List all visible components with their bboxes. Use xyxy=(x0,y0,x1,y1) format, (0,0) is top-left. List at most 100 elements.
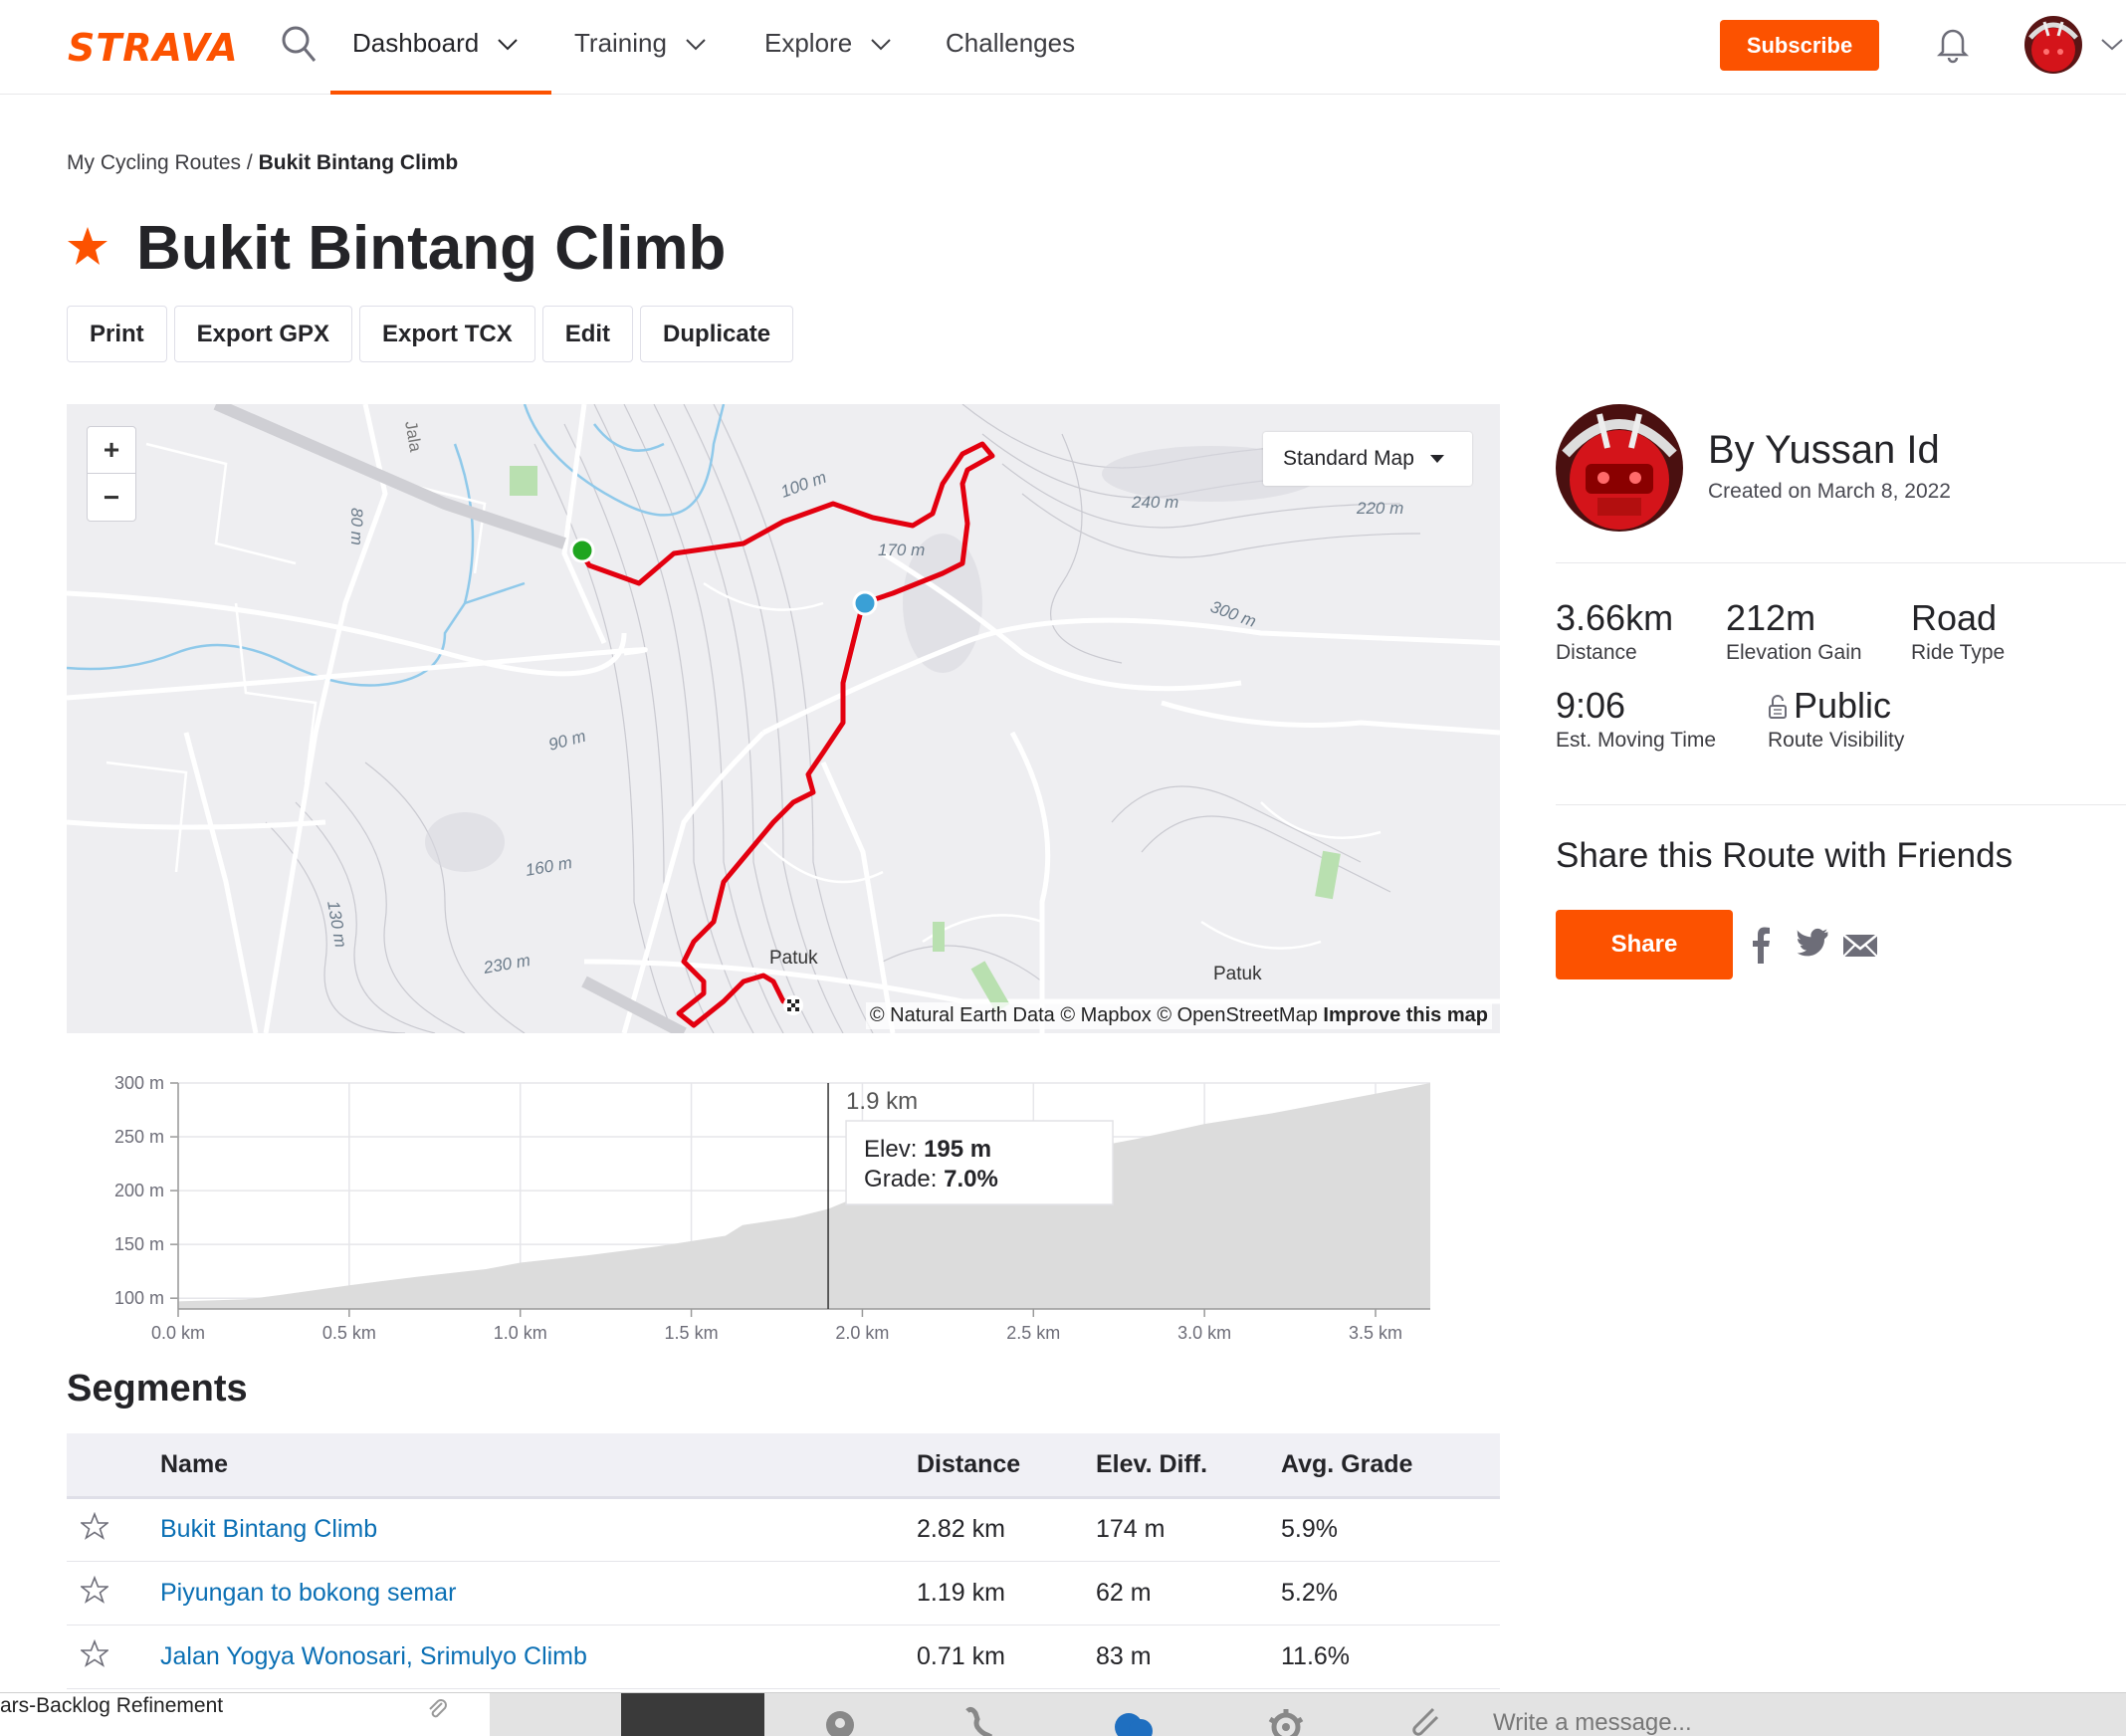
bell-icon[interactable] xyxy=(1935,24,1971,64)
divider xyxy=(1556,804,2126,805)
table-row: Jalan Yogya Wonosari, Srimulyo Climb 0.7… xyxy=(67,1625,1500,1689)
table-row: Bukit Bintang Climb 2.82 km 174 m 5.9% xyxy=(67,1497,1500,1562)
duplicate-button[interactable]: Duplicate xyxy=(640,306,794,362)
message-input[interactable]: Write a message... xyxy=(1493,1709,1692,1736)
map-contour-label: 80 m xyxy=(347,508,366,545)
map-contour-label: 170 m xyxy=(878,541,925,559)
breadcrumb-parent[interactable]: My Cycling Routes xyxy=(67,151,241,174)
table-header-grade: Avg. Grade xyxy=(1281,1433,1500,1499)
x-tick-label: 2.5 km xyxy=(1006,1323,1060,1343)
elevation-area xyxy=(178,1083,1430,1309)
map-contour-label: 160 m xyxy=(524,853,573,880)
segment-link[interactable]: Bukit Bintang Climb xyxy=(160,1515,377,1543)
star-icon[interactable] xyxy=(67,225,108,267)
caret-down-icon xyxy=(1429,455,1444,463)
table-header-distance: Distance xyxy=(917,1433,1096,1499)
zoom-control: + − xyxy=(87,426,136,522)
attribution-text[interactable]: © Natural Earth Data © Mapbox © OpenStre… xyxy=(870,1004,1318,1026)
chat-active-tab[interactable] xyxy=(621,1693,764,1736)
route-actions: Print Export GPX Export TCX Edit Duplica… xyxy=(67,306,794,362)
map-contour-label: 220 m xyxy=(1356,499,1403,518)
nav-dashboard[interactable]: Dashboard xyxy=(330,22,551,95)
table-header-name: Name xyxy=(160,1433,917,1499)
avatar[interactable] xyxy=(2024,16,2082,74)
stat-moving-time: 9:06 Est. Moving Time xyxy=(1556,685,1716,753)
chevron-down-icon xyxy=(871,39,891,51)
road-label: Jala xyxy=(401,419,425,454)
strava-logo[interactable]: STRAVA xyxy=(68,26,239,70)
zoom-in-button[interactable]: + xyxy=(88,427,135,474)
map-contour-label: 130 m xyxy=(323,899,350,949)
segment-distance: 1.19 km xyxy=(917,1561,1096,1626)
chevron-down-icon[interactable] xyxy=(2100,38,2124,52)
subscribe-button[interactable]: Subscribe xyxy=(1720,20,1879,71)
segment-link[interactable]: Piyungan to bokong semar xyxy=(160,1579,456,1607)
table-row: Piyungan to bokong semar 1.19 km 62 m 5.… xyxy=(67,1561,1500,1626)
segments-table: Name Distance Elev. Diff. Avg. Grade Buk… xyxy=(67,1433,1500,1689)
nav-challenges[interactable]: Challenges xyxy=(946,22,1075,95)
x-tick-label: 0.0 km xyxy=(151,1323,205,1343)
segment-link[interactable]: Jalan Yogya Wonosari, Srimulyo Climb xyxy=(160,1642,587,1670)
phone-icon[interactable] xyxy=(952,1701,1007,1736)
map-canvas[interactable]: 100 m 170 m 240 m 220 m 300 m 80 m 90 m … xyxy=(67,404,1500,1033)
tooltip-grade: Grade: 7.0% xyxy=(864,1166,998,1193)
chat-bubbles-icon[interactable] xyxy=(1107,1701,1163,1736)
chat-taskbar: ars-Backlog Refinement Write a message..… xyxy=(0,1692,2126,1736)
print-button[interactable]: Print xyxy=(67,306,167,362)
minor-roads xyxy=(106,442,1382,950)
x-tick-label: 2.0 km xyxy=(835,1323,889,1343)
share-title: Share this Route with Friends xyxy=(1556,836,2014,875)
nav-training[interactable]: Training xyxy=(574,22,707,95)
nav-explore[interactable]: Explore xyxy=(764,22,892,95)
breadcrumb-separator: / xyxy=(246,151,253,174)
segment-distance: 2.82 km xyxy=(917,1497,1096,1562)
export-gpx-button[interactable]: Export GPX xyxy=(173,306,353,362)
zoom-out-button[interactable]: − xyxy=(88,474,135,521)
y-tick-label: 250 m xyxy=(114,1127,164,1147)
table-header-star xyxy=(67,1433,160,1499)
star-outline-icon[interactable] xyxy=(79,1511,110,1540)
attachment-icon[interactable] xyxy=(1397,1701,1453,1736)
stat-distance-label: Distance xyxy=(1556,641,1637,664)
table-header-row: Name Distance Elev. Diff. Avg. Grade xyxy=(67,1433,1500,1499)
table-header-elev: Elev. Diff. xyxy=(1096,1433,1281,1499)
star-outline-icon[interactable] xyxy=(79,1638,110,1667)
segment-elev-diff: 62 m xyxy=(1096,1561,1281,1626)
segment-distance: 0.71 km xyxy=(917,1625,1096,1689)
divider xyxy=(1556,562,2126,563)
location-icon[interactable] xyxy=(812,1701,868,1736)
email-icon[interactable] xyxy=(1841,926,1879,964)
route-finish-icon[interactable] xyxy=(783,995,803,1015)
author-name[interactable]: By Yussan Id xyxy=(1708,428,1940,473)
route-start-marker[interactable] xyxy=(569,538,595,563)
stat-ride-type: Road Ride Type xyxy=(1911,597,2005,665)
stat-ride-type-label: Ride Type xyxy=(1911,641,2006,664)
place-label: Patuk xyxy=(1213,964,1262,984)
y-tick-label: 100 m xyxy=(114,1288,164,1308)
chat-tab[interactable]: ars-Backlog Refinement xyxy=(0,1693,490,1736)
page-title: Bukit Bintang Climb xyxy=(136,214,727,283)
twitter-icon[interactable] xyxy=(1796,926,1829,964)
chat-tab-label: ars-Backlog Refinement xyxy=(0,1694,224,1717)
gear-icon[interactable] xyxy=(1258,1701,1314,1736)
map-type-select[interactable]: Standard Map xyxy=(1263,432,1472,486)
x-tick-label: 3.5 km xyxy=(1349,1323,1402,1343)
segment-avg-grade: 5.2% xyxy=(1281,1561,1500,1626)
share-button[interactable]: Share xyxy=(1556,910,1733,979)
export-tcx-button[interactable]: Export TCX xyxy=(359,306,535,362)
place-label: Patuk xyxy=(769,948,818,969)
route-map[interactable]: 100 m 170 m 240 m 220 m 300 m 80 m 90 m … xyxy=(67,404,1500,1033)
segment-elev-diff: 83 m xyxy=(1096,1625,1281,1689)
improve-map-link[interactable]: Improve this map xyxy=(1323,1004,1488,1026)
elevation-chart[interactable]: 300 m 250 m 200 m 150 m 100 m 0.0 km 0.5 km 1.0… xyxy=(67,1063,1500,1352)
author-avatar[interactable] xyxy=(1556,404,1683,532)
segment-elev-diff: 174 m xyxy=(1096,1497,1281,1562)
facebook-icon[interactable] xyxy=(1750,926,1772,964)
edit-button[interactable]: Edit xyxy=(541,306,634,362)
star-outline-icon[interactable] xyxy=(79,1575,110,1604)
y-tick-label: 300 m xyxy=(114,1073,164,1093)
search-icon[interactable] xyxy=(281,25,317,65)
tooltip-elev: Elev: 195 m xyxy=(864,1136,991,1163)
x-tick-label: 1.5 km xyxy=(665,1323,719,1343)
stat-visibility: Public Route Visibility xyxy=(1768,685,1904,753)
